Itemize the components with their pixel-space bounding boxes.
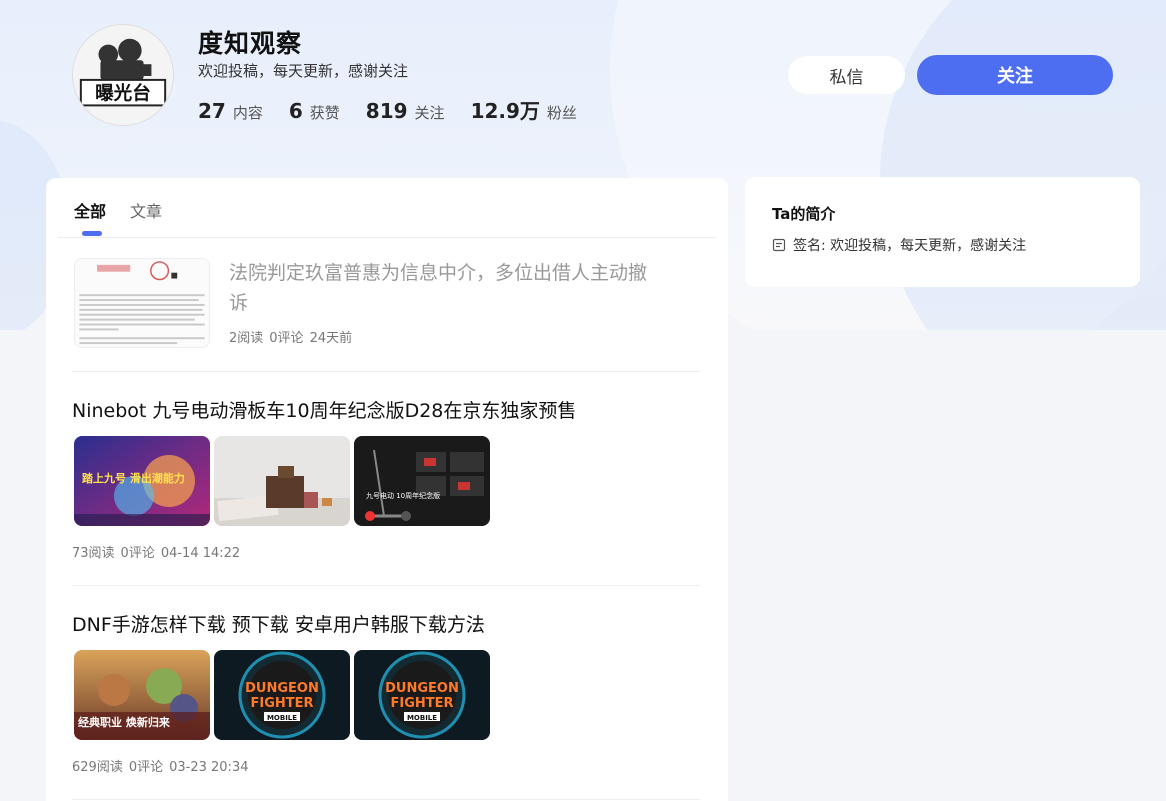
read-count: 629阅读	[72, 760, 123, 775]
article-image[interactable]: DUNGEON FIGHTER MOBILE	[214, 650, 350, 740]
image-caption: MOBILE	[267, 714, 297, 722]
article-meta: 73阅读 0评论 04-14 14:22	[72, 542, 246, 561]
message-button[interactable]: 私信	[788, 56, 905, 94]
article-meta: 629阅读 0评论 03-23 20:34	[72, 756, 254, 775]
read-count: 2阅读	[229, 331, 264, 346]
article-title[interactable]: Ninebot 九号电动滑板车10周年纪念版D28在京东独家预售	[72, 396, 576, 423]
article-image[interactable]: DUNGEON FIGHTER MOBILE	[354, 650, 490, 740]
stat-number: 6	[288, 99, 303, 123]
tab-articles[interactable]: 文章	[130, 198, 162, 238]
publish-time: 24天前	[309, 331, 353, 346]
tab-divider	[58, 237, 716, 238]
article-image[interactable]: 经典职业 焕新归来	[74, 650, 210, 740]
document-icon	[772, 238, 786, 252]
active-tab-indicator	[82, 231, 102, 236]
image-caption: DUNGEON	[245, 681, 319, 696]
stat-label: 获赞	[309, 104, 340, 122]
profile-signature: 欢迎投稿，每天更新，感谢关注	[198, 62, 409, 80]
article-title[interactable]: DNF手游怎样下载 预下载 安卓用户韩服下载方法	[72, 610, 485, 637]
article-image[interactable]: 踏上九号 滑出潮能力	[74, 436, 210, 526]
publish-time: 04-14 14:22	[160, 546, 241, 561]
article-image[interactable]	[214, 436, 350, 526]
article-item[interactable]: 法院判定玖富普惠为信息中介，多位出借人主动撤诉 2阅读 0评论 24天前	[72, 258, 700, 372]
publish-time: 03-23 20:34	[169, 760, 249, 775]
follow-button[interactable]: 关注	[917, 55, 1113, 95]
article-title[interactable]: 法院判定玖富普惠为信息中介，多位出借人主动撤诉	[229, 258, 649, 318]
image-caption: DUNGEON	[385, 681, 459, 696]
image-caption: 踏上九号 滑出潮能力	[82, 471, 185, 485]
article-item[interactable]: Ninebot 九号电动滑板车10周年纪念版D28在京东独家预售 踏上九号 滑出…	[72, 372, 700, 586]
profile-stats: 27 内容 6 获赞 819 关注 12.9万 粉丝	[198, 95, 603, 124]
article-images: 踏上九号 滑出潮能力 九号电动 10周年纪念版	[74, 436, 494, 526]
comment-count: 0评论	[120, 546, 155, 561]
read-count: 73阅读	[72, 546, 115, 561]
stat-content: 27 内容	[198, 99, 263, 123]
stat-label: 内容	[232, 104, 263, 122]
profile-name: 度知观察	[198, 29, 303, 58]
article-images: 经典职业 焕新归来 DUNGEON FIGHTER MOBILE DUNGEON…	[74, 650, 494, 740]
intro-signature-text: 签名: 欢迎投稿，每天更新，感谢关注	[793, 238, 1027, 254]
image-caption: FIGHTER	[250, 696, 313, 711]
image-caption: FIGHTER	[390, 696, 453, 711]
content-feed-card: 全部 文章 法院判定玖富普惠为信息中介，多位出借人主动撤诉 2阅读 0评论 24…	[46, 178, 728, 801]
article-meta: 2阅读 0评论 24天前	[229, 327, 358, 346]
comment-count: 0评论	[269, 331, 304, 346]
comment-count: 0评论	[128, 760, 164, 775]
avatar-text: 曝光台	[95, 83, 151, 105]
avatar[interactable]: 曝光台	[72, 24, 174, 126]
article-image[interactable]: 九号电动 10周年纪念版	[354, 436, 490, 526]
stat-likes: 6 获赞	[289, 99, 340, 123]
article-thumbnail[interactable]	[74, 258, 210, 348]
image-caption: 九号电动 10周年纪念版	[366, 491, 440, 500]
image-caption: MOBILE	[407, 714, 437, 722]
stat-following[interactable]: 819 关注	[366, 99, 445, 123]
stat-number: 819	[365, 99, 408, 123]
intro-title: Ta的简介	[772, 205, 836, 223]
image-caption: 经典职业 焕新归来	[78, 715, 171, 729]
intro-card: Ta的简介 签名: 欢迎投稿，每天更新，感谢关注	[745, 177, 1140, 287]
stat-number: 27	[198, 99, 226, 123]
stat-label: 粉丝	[546, 104, 577, 122]
intro-signature: 签名: 欢迎投稿，每天更新，感谢关注	[772, 235, 1026, 255]
stat-fans[interactable]: 12.9万 粉丝	[471, 95, 577, 124]
stat-label: 关注	[414, 104, 445, 122]
stat-number: 12.9万	[470, 99, 540, 123]
article-item[interactable]: DNF手游怎样下载 预下载 安卓用户韩服下载方法 经典职业 焕新归来 DUNGE…	[72, 586, 700, 800]
